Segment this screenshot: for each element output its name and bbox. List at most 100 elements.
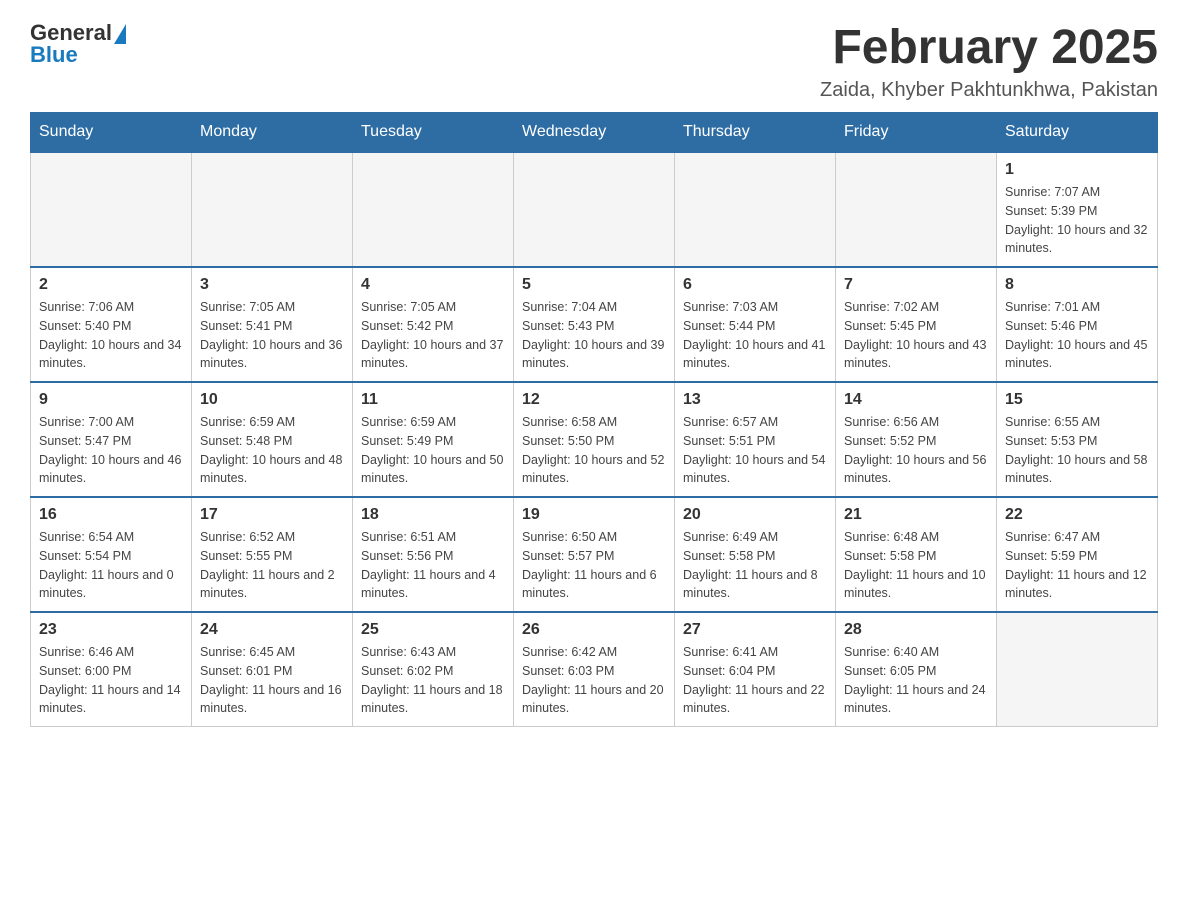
calendar-subtitle: Zaida, Khyber Pakhtunkhwa, Pakistan — [820, 79, 1158, 102]
day-info: Sunrise: 6:41 AM Sunset: 6:04 PM Dayligh… — [683, 643, 827, 718]
day-info: Sunrise: 6:42 AM Sunset: 6:03 PM Dayligh… — [522, 643, 666, 718]
calendar-table: SundayMondayTuesdayWednesdayThursdayFrid… — [30, 112, 1158, 727]
weekday-header-sunday: Sunday — [31, 113, 192, 153]
day-info: Sunrise: 7:02 AM Sunset: 5:45 PM Dayligh… — [844, 298, 988, 373]
calendar-day-cell: 13Sunrise: 6:57 AM Sunset: 5:51 PM Dayli… — [675, 382, 836, 497]
day-info: Sunrise: 6:52 AM Sunset: 5:55 PM Dayligh… — [200, 528, 344, 603]
calendar-week-row: 1 Sunrise: 7:07 AM Sunset: 5:39 PM Daylig… — [31, 152, 1158, 267]
calendar-day-cell: 16 Sunrise: 6:54 AM Sunset: 5:54 PM Dayli… — [31, 497, 192, 612]
day-number: 26 — [522, 621, 666, 639]
calendar-day-cell: 27Sunrise: 6:41 AM Sunset: 6:04 PM Dayli… — [675, 612, 836, 727]
day-info: Sunrise: 7:04 AM Sunset: 5:43 PM Dayligh… — [522, 298, 666, 373]
day-number: 19 — [522, 506, 666, 524]
calendar-day-cell: 22 Sunrise: 6:47 AM Sunset: 5:59 PM Dayli… — [997, 497, 1158, 612]
calendar-day-cell: 3 Sunrise: 7:05 AM Sunset: 5:41 PM Daylig… — [192, 267, 353, 382]
day-number: 3 — [200, 276, 344, 294]
calendar-day-cell: 28 Sunrise: 6:40 AM Sunset: 6:05 PM Dayli… — [836, 612, 997, 727]
calendar-day-cell: 18 Sunrise: 6:51 AM Sunset: 5:56 PM Dayli… — [353, 497, 514, 612]
day-info: Sunrise: 6:43 AM Sunset: 6:02 PM Dayligh… — [361, 643, 505, 718]
calendar-day-cell — [997, 612, 1158, 727]
day-number: 6 — [683, 276, 827, 294]
calendar-week-row: 23 Sunrise: 6:46 AM Sunset: 6:00 PM Dayli… — [31, 612, 1158, 727]
calendar-day-cell: 24 Sunrise: 6:45 AM Sunset: 6:01 PM Dayli… — [192, 612, 353, 727]
calendar-day-cell: 25 Sunrise: 6:43 AM Sunset: 6:02 PM Dayli… — [353, 612, 514, 727]
calendar-day-cell: 1 Sunrise: 7:07 AM Sunset: 5:39 PM Daylig… — [997, 152, 1158, 267]
title-section: February 2025 Zaida, Khyber Pakhtunkhwa,… — [820, 20, 1158, 102]
weekday-header-friday: Friday — [836, 113, 997, 153]
calendar-day-cell — [836, 152, 997, 267]
day-number: 8 — [1005, 276, 1149, 294]
day-number: 12 — [522, 391, 666, 409]
calendar-day-cell: 5Sunrise: 7:04 AM Sunset: 5:43 PM Daylig… — [514, 267, 675, 382]
day-info: Sunrise: 7:03 AM Sunset: 5:44 PM Dayligh… — [683, 298, 827, 373]
day-info: Sunrise: 6:55 AM Sunset: 5:53 PM Dayligh… — [1005, 413, 1149, 488]
day-number: 21 — [844, 506, 988, 524]
calendar-header-row: SundayMondayTuesdayWednesdayThursdayFrid… — [31, 113, 1158, 153]
calendar-day-cell: 11 Sunrise: 6:59 AM Sunset: 5:49 PM Dayli… — [353, 382, 514, 497]
day-number: 9 — [39, 391, 183, 409]
day-number: 20 — [683, 506, 827, 524]
calendar-day-cell: 12 Sunrise: 6:58 AM Sunset: 5:50 PM Dayli… — [514, 382, 675, 497]
calendar-day-cell: 19 Sunrise: 6:50 AM Sunset: 5:57 PM Dayli… — [514, 497, 675, 612]
day-number: 14 — [844, 391, 988, 409]
day-info: Sunrise: 7:00 AM Sunset: 5:47 PM Dayligh… — [39, 413, 183, 488]
day-number: 7 — [844, 276, 988, 294]
day-info: Sunrise: 6:51 AM Sunset: 5:56 PM Dayligh… — [361, 528, 505, 603]
day-info: Sunrise: 6:40 AM Sunset: 6:05 PM Dayligh… — [844, 643, 988, 718]
day-info: Sunrise: 7:05 AM Sunset: 5:42 PM Dayligh… — [361, 298, 505, 373]
calendar-week-row: 16 Sunrise: 6:54 AM Sunset: 5:54 PM Dayli… — [31, 497, 1158, 612]
day-number: 16 — [39, 506, 183, 524]
weekday-header-tuesday: Tuesday — [353, 113, 514, 153]
calendar-day-cell: 7 Sunrise: 7:02 AM Sunset: 5:45 PM Daylig… — [836, 267, 997, 382]
day-info: Sunrise: 6:59 AM Sunset: 5:49 PM Dayligh… — [361, 413, 505, 488]
day-number: 25 — [361, 621, 505, 639]
day-info: Sunrise: 6:58 AM Sunset: 5:50 PM Dayligh… — [522, 413, 666, 488]
calendar-week-row: 2Sunrise: 7:06 AM Sunset: 5:40 PM Daylig… — [31, 267, 1158, 382]
calendar-day-cell: 4 Sunrise: 7:05 AM Sunset: 5:42 PM Daylig… — [353, 267, 514, 382]
calendar-week-row: 9 Sunrise: 7:00 AM Sunset: 5:47 PM Daylig… — [31, 382, 1158, 497]
day-info: Sunrise: 7:06 AM Sunset: 5:40 PM Dayligh… — [39, 298, 183, 373]
calendar-day-cell — [675, 152, 836, 267]
weekday-header-thursday: Thursday — [675, 113, 836, 153]
calendar-day-cell: 6 Sunrise: 7:03 AM Sunset: 5:44 PM Daylig… — [675, 267, 836, 382]
calendar-day-cell: 26 Sunrise: 6:42 AM Sunset: 6:03 PM Dayli… — [514, 612, 675, 727]
calendar-day-cell — [31, 152, 192, 267]
day-info: Sunrise: 6:49 AM Sunset: 5:58 PM Dayligh… — [683, 528, 827, 603]
weekday-header-saturday: Saturday — [997, 113, 1158, 153]
calendar-day-cell: 15Sunrise: 6:55 AM Sunset: 5:53 PM Dayli… — [997, 382, 1158, 497]
logo: General Blue — [30, 20, 126, 68]
day-info: Sunrise: 6:59 AM Sunset: 5:48 PM Dayligh… — [200, 413, 344, 488]
calendar-day-cell: 17 Sunrise: 6:52 AM Sunset: 5:55 PM Dayli… — [192, 497, 353, 612]
calendar-day-cell — [514, 152, 675, 267]
day-info: Sunrise: 6:45 AM Sunset: 6:01 PM Dayligh… — [200, 643, 344, 718]
calendar-title: February 2025 — [820, 20, 1158, 75]
day-number: 17 — [200, 506, 344, 524]
day-number: 23 — [39, 621, 183, 639]
calendar-day-cell: 10 Sunrise: 6:59 AM Sunset: 5:48 PM Dayli… — [192, 382, 353, 497]
page-header: General Blue February 2025 Zaida, Khyber… — [30, 20, 1158, 102]
calendar-day-cell: 8Sunrise: 7:01 AM Sunset: 5:46 PM Daylig… — [997, 267, 1158, 382]
day-number: 1 — [1005, 161, 1149, 179]
day-number: 22 — [1005, 506, 1149, 524]
day-number: 24 — [200, 621, 344, 639]
day-info: Sunrise: 6:56 AM Sunset: 5:52 PM Dayligh… — [844, 413, 988, 488]
day-info: Sunrise: 6:54 AM Sunset: 5:54 PM Dayligh… — [39, 528, 183, 603]
calendar-day-cell — [353, 152, 514, 267]
day-info: Sunrise: 6:46 AM Sunset: 6:00 PM Dayligh… — [39, 643, 183, 718]
day-number: 18 — [361, 506, 505, 524]
day-number: 11 — [361, 391, 505, 409]
logo-triangle-icon — [114, 24, 126, 44]
calendar-day-cell: 9 Sunrise: 7:00 AM Sunset: 5:47 PM Daylig… — [31, 382, 192, 497]
day-info: Sunrise: 7:05 AM Sunset: 5:41 PM Dayligh… — [200, 298, 344, 373]
weekday-header-wednesday: Wednesday — [514, 113, 675, 153]
day-info: Sunrise: 6:47 AM Sunset: 5:59 PM Dayligh… — [1005, 528, 1149, 603]
day-number: 10 — [200, 391, 344, 409]
day-info: Sunrise: 6:48 AM Sunset: 5:58 PM Dayligh… — [844, 528, 988, 603]
day-number: 4 — [361, 276, 505, 294]
day-info: Sunrise: 6:50 AM Sunset: 5:57 PM Dayligh… — [522, 528, 666, 603]
calendar-day-cell: 20 Sunrise: 6:49 AM Sunset: 5:58 PM Dayli… — [675, 497, 836, 612]
day-info: Sunrise: 7:07 AM Sunset: 5:39 PM Dayligh… — [1005, 183, 1149, 258]
day-info: Sunrise: 6:57 AM Sunset: 5:51 PM Dayligh… — [683, 413, 827, 488]
day-number: 28 — [844, 621, 988, 639]
calendar-day-cell: 21 Sunrise: 6:48 AM Sunset: 5:58 PM Dayli… — [836, 497, 997, 612]
